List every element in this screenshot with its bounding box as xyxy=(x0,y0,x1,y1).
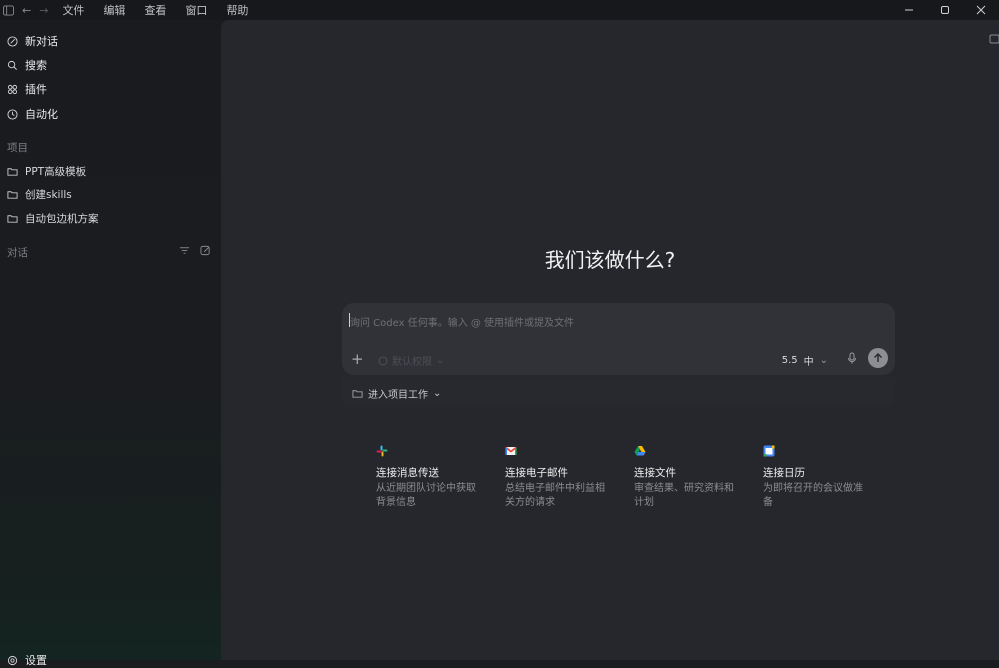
composer-placeholder[interactable]: 询问 Codex 任何事。输入 @ 使用插件或提及文件 xyxy=(350,314,574,329)
card-title: 连接消息传送 xyxy=(376,467,439,479)
gear-icon xyxy=(7,655,18,665)
forward-arrow-icon[interactable]: → xyxy=(39,4,48,17)
settings-button[interactable]: 设置 xyxy=(7,652,47,668)
composer[interactable]: 询问 Codex 任何事。输入 @ 使用插件或提及文件 + 默认权限 ⌄ 5.5… xyxy=(342,303,895,375)
back-arrow-icon[interactable]: ← xyxy=(22,4,31,17)
automation-button[interactable]: 自动化 xyxy=(7,106,58,122)
add-attachment-icon[interactable]: + xyxy=(351,350,364,368)
panel-toggle-icon[interactable] xyxy=(989,34,999,47)
project-item[interactable]: 自动包边机方案 xyxy=(7,211,99,226)
project-label: 创建skills xyxy=(25,189,72,201)
clock-icon xyxy=(7,108,18,120)
sidebar: 新对话 搜索 插件 自动化 项目 PPT高级模板 创建skills 自动包边机方… xyxy=(0,20,221,667)
card-description: 审查结果、研究资料和计划 xyxy=(634,483,734,508)
connect-calendar-card[interactable]: 连接日历 为即将召开的会议做准备 xyxy=(754,443,883,523)
new-conversation-icon[interactable] xyxy=(200,245,211,259)
new-chat-label: 新对话 xyxy=(25,35,58,48)
menu-help[interactable]: 帮助 xyxy=(226,2,248,18)
projects-section-label: 项目 xyxy=(7,142,28,154)
settings-label: 设置 xyxy=(25,654,47,667)
card-title: 连接日历 xyxy=(763,467,805,479)
automation-label: 自动化 xyxy=(25,108,58,121)
chevron-down-icon: ⌄ xyxy=(436,355,445,366)
connect-messaging-card[interactable]: 连接消息传送 从近期团队讨论中获取背景信息 xyxy=(367,443,496,523)
folder-icon xyxy=(7,168,18,176)
connect-files-card[interactable]: 连接文件 审查结果、研究资料和计划 xyxy=(625,443,754,523)
menu-edit[interactable]: 编辑 xyxy=(103,2,125,18)
chevron-down-icon: ⌄ xyxy=(433,388,442,399)
close-button[interactable] xyxy=(963,0,999,20)
filter-icon[interactable] xyxy=(179,245,190,259)
shield-icon xyxy=(378,356,388,365)
send-button[interactable] xyxy=(868,348,888,368)
project-row: 进入项目工作 ⌄ xyxy=(342,379,895,407)
permission-label: 默认权限 xyxy=(392,357,432,368)
project-label: 自动包边机方案 xyxy=(25,213,99,225)
card-title: 连接文件 xyxy=(634,467,676,479)
folder-icon xyxy=(7,215,18,223)
minimize-button[interactable] xyxy=(891,0,927,20)
model-selector[interactable]: 5.5 中 ⌄ xyxy=(782,353,828,368)
chevron-down-icon: ⌄ xyxy=(819,355,828,366)
menu-window[interactable]: 窗口 xyxy=(185,2,207,18)
suggestion-cards: 连接消息传送 从近期团队讨论中获取背景信息 连接电子邮件 总结电子邮件中利益相关… xyxy=(367,443,883,523)
folder-icon xyxy=(352,390,363,398)
slack-icon xyxy=(376,445,388,457)
effort-label: 中 xyxy=(803,357,814,368)
maximize-button[interactable] xyxy=(927,0,963,20)
title-bar: ← → 文件 编辑 查看 窗口 帮助 xyxy=(0,0,999,20)
project-label: PPT高级模板 xyxy=(25,166,87,178)
plugins-icon xyxy=(7,84,18,94)
project-item[interactable]: PPT高级模板 xyxy=(7,164,86,179)
plugins-button[interactable]: 插件 xyxy=(7,81,47,97)
enter-project-label: 进入项目工作 xyxy=(368,390,428,401)
card-title: 连接电子邮件 xyxy=(505,467,568,479)
card-description: 总结电子邮件中利益相关方的请求 xyxy=(505,483,605,508)
microphone-icon[interactable] xyxy=(847,352,857,367)
card-description: 为即将召开的会议做准备 xyxy=(763,483,863,508)
sidebar-toggle-icon[interactable] xyxy=(0,2,16,18)
model-label: 5.5 xyxy=(781,355,798,366)
drive-icon xyxy=(634,446,646,456)
main-panel: 我们该做什么? 询问 Codex 任何事。输入 @ 使用插件或提及文件 + 默认… xyxy=(221,20,999,660)
menu-file[interactable]: 文件 xyxy=(62,2,84,18)
connect-email-card[interactable]: 连接电子邮件 总结电子邮件中利益相关方的请求 xyxy=(496,443,625,523)
search-label: 搜索 xyxy=(25,59,47,72)
permission-selector[interactable]: 默认权限 ⌄ xyxy=(378,353,444,368)
enter-project-button[interactable]: 进入项目工作 ⌄ xyxy=(352,386,441,401)
plugins-label: 插件 xyxy=(25,83,47,96)
menu-bar: 文件 编辑 查看 窗口 帮助 xyxy=(62,2,248,18)
menu-view[interactable]: 查看 xyxy=(144,2,166,18)
gmail-icon xyxy=(505,446,517,455)
page-title: 我们该做什么? xyxy=(544,248,676,272)
new-chat-button[interactable]: 新对话 xyxy=(7,33,58,49)
project-item[interactable]: 创建skills xyxy=(7,187,72,202)
conversations-section-label: 对话 xyxy=(7,247,28,259)
card-description: 从近期团队讨论中获取背景信息 xyxy=(376,483,476,508)
search-icon xyxy=(7,60,17,70)
edit-icon xyxy=(7,35,18,47)
calendar-icon xyxy=(763,445,775,457)
search-button[interactable]: 搜索 xyxy=(7,57,47,73)
folder-icon xyxy=(7,191,18,199)
arrow-up-icon xyxy=(873,353,883,362)
